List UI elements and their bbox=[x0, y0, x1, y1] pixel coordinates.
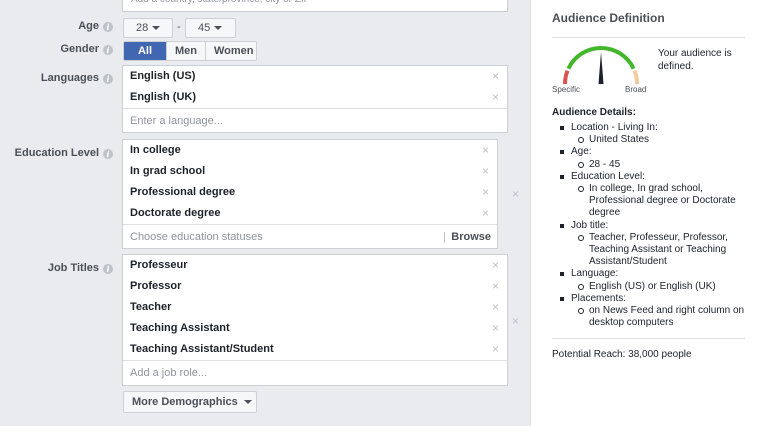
job-title-item: Professor × bbox=[123, 276, 507, 297]
education-item: In grad school × bbox=[123, 161, 497, 182]
gauge-needle bbox=[598, 52, 604, 84]
job-title-input[interactable]: Add a job role... bbox=[123, 360, 507, 385]
language-input[interactable]: Enter a language... bbox=[123, 108, 507, 133]
remove-icon[interactable]: × bbox=[492, 255, 499, 276]
gauge-segment-broad bbox=[632, 69, 640, 85]
detail-item: Placements: bbox=[559, 293, 749, 305]
potential-reach: Potential Reach: 38,000 people bbox=[552, 349, 692, 360]
detail-item: Language: bbox=[559, 268, 749, 280]
age-label: Age i bbox=[0, 20, 113, 32]
divider bbox=[552, 37, 745, 38]
detail-value: on News Feed and right column on desktop… bbox=[559, 305, 749, 329]
remove-icon[interactable]: × bbox=[492, 318, 499, 339]
targeting-panel: Add a country, state/province, city or Z… bbox=[0, 0, 530, 426]
audience-status-text: Your audience is defined. bbox=[658, 48, 732, 72]
detail-value: 28 - 45 bbox=[559, 159, 749, 171]
age-min-dropdown[interactable]: 28 bbox=[123, 18, 173, 38]
detail-value: United States bbox=[559, 134, 749, 146]
caret-down-icon bbox=[243, 400, 252, 404]
location-input[interactable]: Add a country, state/province, city or Z… bbox=[122, 0, 508, 12]
gender-men-button[interactable]: Men bbox=[166, 42, 205, 60]
audience-details-title: Audience Details: bbox=[552, 107, 636, 118]
info-icon[interactable]: i bbox=[103, 149, 113, 159]
age-max-dropdown[interactable]: 45 bbox=[185, 18, 236, 38]
remove-icon[interactable]: × bbox=[492, 297, 499, 318]
gender-all-button[interactable]: All bbox=[124, 42, 166, 60]
job-titles-box: Professeur × Professor × Teacher × Teach… bbox=[122, 254, 508, 386]
remove-icon[interactable]: × bbox=[492, 66, 499, 87]
more-demographics-button[interactable]: More Demographics bbox=[123, 391, 257, 413]
remove-icon[interactable]: × bbox=[482, 140, 489, 161]
gauge-segment-specific bbox=[562, 69, 570, 85]
browse-button[interactable]: Browse bbox=[451, 225, 491, 250]
info-icon[interactable]: i bbox=[103, 45, 113, 55]
remove-icon[interactable]: × bbox=[482, 161, 489, 182]
info-icon[interactable]: i bbox=[103, 264, 113, 274]
caret-down-icon bbox=[214, 26, 223, 30]
job-title-item: Teacher × bbox=[123, 297, 507, 318]
remove-icon[interactable]: × bbox=[482, 182, 489, 203]
detail-item: Job title: bbox=[559, 220, 749, 232]
job-title-item: Professeur × bbox=[123, 255, 507, 276]
job-title-item: Teaching Assistant × bbox=[123, 318, 507, 339]
age-separator: - bbox=[177, 21, 181, 33]
education-label: Education Level i bbox=[0, 147, 113, 159]
location-placeholder: Add a country, state/province, city or Z… bbox=[123, 0, 507, 9]
gender-label: Gender i bbox=[0, 43, 113, 55]
language-item: English (US) × bbox=[123, 66, 507, 87]
caret-down-icon bbox=[152, 26, 161, 30]
language-item: English (UK) × bbox=[123, 87, 507, 108]
audience-details-list: Location - Living In: United States Age:… bbox=[559, 122, 749, 329]
job-title-item: Teaching Assistant/Student × bbox=[123, 339, 507, 360]
divider bbox=[552, 338, 745, 339]
detail-item: Age: bbox=[559, 146, 749, 158]
languages-box: English (US) × English (UK) × Enter a la… bbox=[122, 65, 508, 133]
education-input[interactable]: Choose education statuses Browse bbox=[123, 224, 497, 249]
clear-job-titles-icon[interactable]: × bbox=[512, 314, 519, 328]
audience-title: Audience Definition bbox=[552, 11, 665, 25]
info-icon[interactable]: i bbox=[103, 22, 113, 32]
info-icon[interactable]: i bbox=[103, 74, 113, 84]
clear-education-icon[interactable]: × bbox=[512, 187, 519, 201]
remove-icon[interactable]: × bbox=[492, 87, 499, 108]
remove-icon[interactable]: × bbox=[482, 203, 489, 224]
education-item: In college × bbox=[123, 140, 497, 161]
audience-gauge bbox=[562, 46, 640, 85]
detail-item: Education Level: bbox=[559, 171, 749, 183]
gauge-specific-label: Specific bbox=[552, 85, 581, 94]
gender-women-button[interactable]: Women bbox=[205, 42, 256, 60]
detail-value: English (US) or English (UK) bbox=[559, 281, 749, 293]
languages-label: Languages i bbox=[0, 72, 113, 84]
education-item: Doctorate degree × bbox=[123, 203, 497, 224]
detail-item: Location - Living In: bbox=[559, 122, 749, 134]
detail-value: Teacher, Professeur, Professor, Teaching… bbox=[559, 232, 749, 269]
detail-value: In college, In grad school, Professional… bbox=[559, 183, 749, 220]
job-titles-label: Job Titles i bbox=[0, 262, 113, 274]
remove-icon[interactable]: × bbox=[492, 339, 499, 360]
gauge-broad-label: Broad bbox=[625, 85, 647, 94]
gender-selector: All Men Women bbox=[123, 41, 257, 61]
remove-icon[interactable]: × bbox=[492, 276, 499, 297]
education-box: In college × In grad school × Profession… bbox=[122, 139, 498, 249]
audience-definition-panel: Audience Definition Specific Broad Your … bbox=[530, 0, 760, 426]
divider bbox=[444, 232, 445, 243]
education-item: Professional degree × bbox=[123, 182, 497, 203]
